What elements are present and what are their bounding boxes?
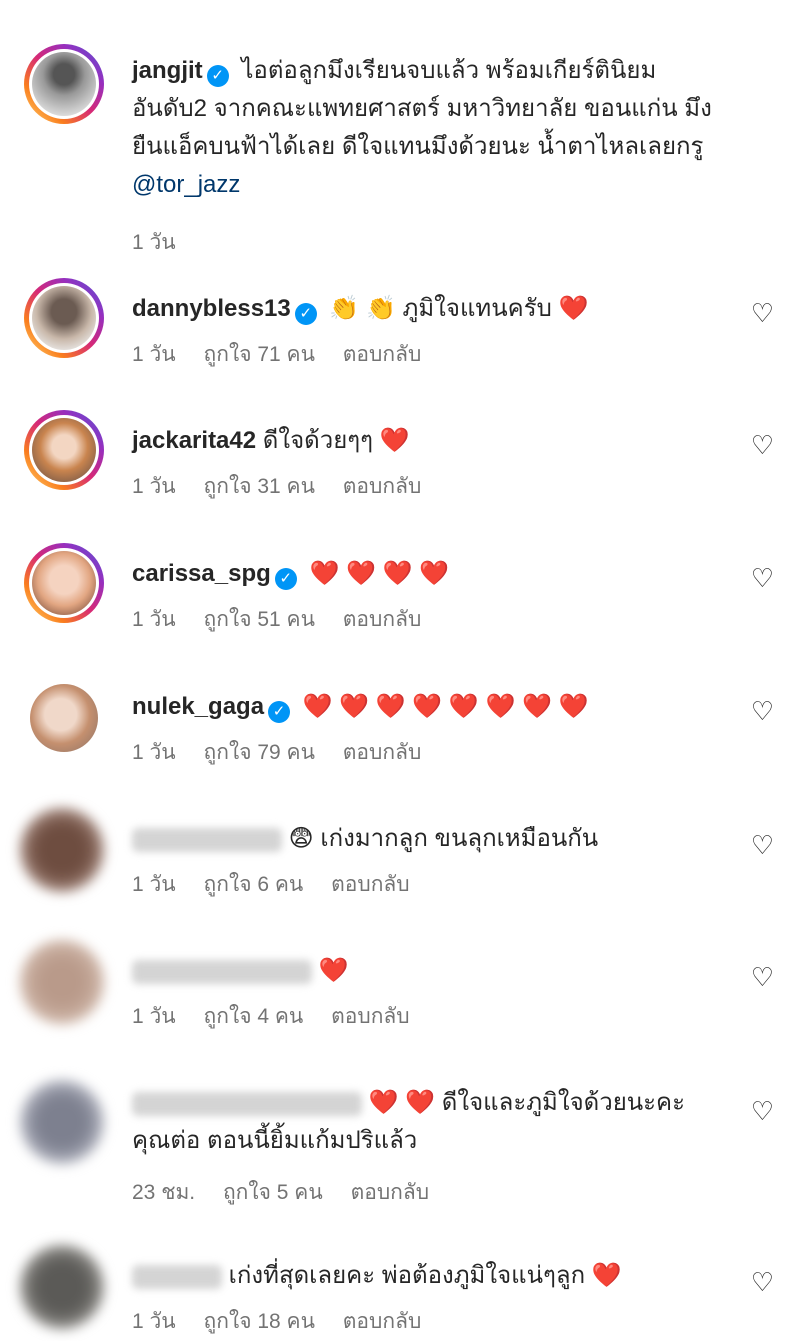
reply-button[interactable]: ตอบกลับ <box>343 475 422 498</box>
comment-time: 1 วัน <box>132 231 176 254</box>
like-count[interactable]: ถูกใจ 5 คน <box>223 1181 323 1204</box>
reply-button[interactable]: ตอบกลับ <box>331 1005 410 1028</box>
verified-badge-icon: ✓ <box>274 568 297 590</box>
like-count[interactable]: ถูกใจ 71 คน <box>204 343 315 366</box>
comment-text: ❤️ <box>318 957 349 984</box>
heart-outline-icon[interactable]: ♡ <box>751 1096 774 1127</box>
verified-badge-icon: ✓ <box>206 65 229 87</box>
like-count[interactable]: ถูกใจ 51 คน <box>204 608 315 631</box>
username[interactable]: nulek_gaga <box>132 693 264 720</box>
comment-text: 😨 เก่งมากลูก ขนลุกเหมือนกัน <box>288 825 599 852</box>
comment-time: 1 วัน <box>132 343 176 366</box>
heart-outline-icon[interactable]: ♡ <box>751 830 774 861</box>
heart-outline-icon[interactable]: ♡ <box>751 298 774 329</box>
comment-text: ❤️ ❤️ ❤️ ❤️ ❤️ ❤️ ❤️ ❤️ <box>302 693 589 720</box>
comment-time: 1 วัน <box>132 741 176 764</box>
username-redacted <box>132 959 312 984</box>
heart-outline-icon[interactable]: ♡ <box>751 696 774 727</box>
reply-button[interactable]: ตอบกลับ <box>343 741 422 764</box>
reply-button[interactable]: ตอบกลับ <box>331 873 410 896</box>
avatar[interactable] <box>24 543 104 623</box>
comment-time: 23 ชม. <box>132 1181 196 1204</box>
reply-button[interactable]: ตอบกลับ <box>343 1310 422 1333</box>
like-count[interactable]: ถูกใจ 18 คน <box>204 1310 315 1333</box>
avatar[interactable] <box>20 1245 104 1329</box>
verified-badge-icon: ✓ <box>294 303 317 325</box>
avatar[interactable] <box>24 44 104 124</box>
comment-text: ดีใจด้วยๆๆ ❤️ <box>262 427 410 454</box>
avatar[interactable] <box>20 1080 104 1164</box>
avatar[interactable] <box>20 808 104 892</box>
like-count[interactable]: ถูกใจ 79 คน <box>204 741 315 764</box>
username[interactable]: jangjit <box>132 57 203 84</box>
username[interactable]: jackarita42 <box>132 427 256 454</box>
like-count[interactable]: ถูกใจ 31 คน <box>204 475 315 498</box>
comment-time: 1 วัน <box>132 873 176 896</box>
comment-text: 👏 👏 ภูมิใจแทนครับ ❤️ <box>329 295 589 322</box>
heart-outline-icon[interactable]: ♡ <box>751 1267 774 1298</box>
comment-time: 1 วัน <box>132 475 176 498</box>
username-redacted <box>132 1091 362 1116</box>
reply-button[interactable]: ตอบกลับ <box>351 1181 430 1204</box>
reply-button[interactable]: ตอบกลับ <box>343 608 422 631</box>
comment-text: เก่งที่สุดเลยคะ พ่อต้องภูมิใจแน่ๆลูก ❤️ <box>228 1262 622 1289</box>
username[interactable]: carissa_spg <box>132 560 271 587</box>
username[interactable]: dannybless13 <box>132 295 291 322</box>
avatar[interactable] <box>30 684 98 752</box>
heart-outline-icon[interactable]: ♡ <box>751 563 774 594</box>
heart-outline-icon[interactable]: ♡ <box>751 430 774 461</box>
avatar[interactable] <box>24 410 104 490</box>
comment-time: 1 วัน <box>132 1310 176 1333</box>
avatar[interactable] <box>24 278 104 358</box>
like-count[interactable]: ถูกใจ 4 คน <box>204 1005 304 1028</box>
username-redacted <box>132 827 282 852</box>
comment-time: 1 วัน <box>132 608 176 631</box>
avatar[interactable] <box>20 940 104 1024</box>
verified-badge-icon: ✓ <box>268 701 291 723</box>
like-count[interactable]: ถูกใจ 6 คน <box>204 873 304 896</box>
heart-outline-icon[interactable]: ♡ <box>751 962 774 993</box>
reply-button[interactable]: ตอบกลับ <box>343 343 422 366</box>
comment-text: ❤️ ❤️ ❤️ ❤️ <box>309 560 449 587</box>
comment-time: 1 วัน <box>132 1005 176 1028</box>
mention-link[interactable]: @tor_jazz <box>132 166 720 204</box>
username-redacted <box>132 1264 222 1289</box>
